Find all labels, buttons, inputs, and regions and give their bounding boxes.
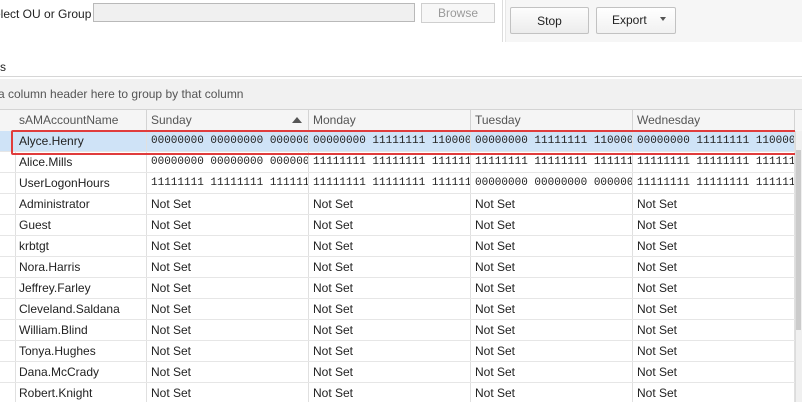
results-header (0, 42, 802, 79)
cell-tuesday[interactable]: Not Set (471, 383, 633, 402)
cell-monday[interactable]: 11111111 11111111 11111111 (309, 152, 471, 172)
cell-sunday[interactable]: Not Set (147, 194, 309, 214)
cell-tuesday[interactable]: Not Set (471, 341, 633, 361)
cell-samaccountname[interactable]: Tonya.Hughes (15, 341, 147, 361)
table-row[interactable]: Jeffrey.Farley Not Set Not Set Not Set Not S… (0, 278, 802, 299)
cell-samaccountname[interactable]: Guest (15, 215, 147, 235)
cell-monday[interactable]: Not Set (309, 194, 471, 214)
scrollbar-thumb[interactable] (796, 150, 801, 330)
column-header-tuesday[interactable]: Tuesday (471, 110, 633, 131)
cell-samaccountname[interactable]: Jeffrey.Farley (15, 278, 147, 298)
toolbar-divider (502, 0, 503, 42)
cell-sunday[interactable]: Not Set (147, 215, 309, 235)
cell-sunday[interactable]: Not Set (147, 236, 309, 256)
column-header-monday[interactable]: Monday (309, 110, 471, 131)
cell-monday[interactable]: Not Set (309, 215, 471, 235)
chevron-down-icon[interactable] (660, 17, 666, 21)
cell-sunday[interactable]: Not Set (147, 257, 309, 277)
ou-group-label: elect OU or Group (0, 7, 92, 21)
cell-tuesday[interactable]: Not Set (471, 299, 633, 319)
cell-samaccountname[interactable]: Administrator (15, 194, 147, 214)
cell-monday[interactable]: Not Set (309, 236, 471, 256)
table-row[interactable]: GuestNot SetNot SetNot SetNot SetN (0, 215, 802, 236)
cell-tuesday[interactable]: Not Set (471, 362, 633, 382)
cell-wednesday[interactable]: Not Set (633, 362, 795, 382)
selected-row-highlight (11, 130, 798, 155)
cell-sunday[interactable]: Not Set (147, 320, 309, 340)
cell-wednesday[interactable]: 11111111 11111111 11111111 (633, 173, 795, 193)
cell-tuesday[interactable]: 11111111 11111111 11111111 (471, 152, 633, 172)
table-row[interactable]: krbtgtNot SetNot SetNot SetNot SetN (0, 236, 802, 257)
cell-samaccountname[interactable]: Cleveland.Saldana (15, 299, 147, 319)
table-row[interactable]: William.Blind Not Set Not Set Not Set Not Se… (0, 320, 802, 341)
cell-sunday[interactable]: Not Set (147, 278, 309, 298)
cell-wednesday[interactable]: Not Set (633, 299, 795, 319)
cell-sunday[interactable]: Not Set (147, 341, 309, 361)
export-button-label: Export (612, 13, 647, 27)
cell-wednesday[interactable]: Not Set (633, 257, 795, 277)
column-header-samaccountname[interactable]: sAMAccountName (15, 110, 147, 131)
cell-tuesday[interactable]: Not Set (471, 320, 633, 340)
cell-wednesday[interactable]: Not Set (633, 194, 795, 214)
table-row[interactable]: Nora.HarrisNot SetNot SetNot SetNot SetN (0, 257, 802, 278)
cell-wednesday[interactable]: Not Set (633, 215, 795, 235)
cell-monday[interactable]: Not Set (309, 278, 471, 298)
table-row[interactable]: Alice.Mills 00000000 00000000 00000000 111… (0, 152, 802, 173)
cell-monday[interactable]: Not Set (309, 383, 471, 402)
cell-samaccountname[interactable]: William.Blind (15, 320, 147, 340)
table-row[interactable]: Administrator Not Set Not Set Not Set Not Se… (0, 194, 802, 215)
cell-wednesday[interactable]: Not Set (633, 383, 795, 402)
cell-tuesday[interactable]: Not Set (471, 278, 633, 298)
cell-sunday[interactable]: Not Set (147, 362, 309, 382)
cell-monday[interactable]: 11111111 11111111 11111111 (309, 173, 471, 193)
cell-samaccountname[interactable]: Alice.Mills (15, 152, 147, 172)
cell-tuesday[interactable]: Not Set (471, 194, 633, 214)
sort-ascending-icon[interactable] (292, 117, 302, 123)
stop-button[interactable]: Stop (510, 7, 589, 34)
column-header-wednesday[interactable]: Wednesday (633, 110, 795, 131)
group-by-hint: a column header here to group by that co… (0, 87, 244, 101)
cell-monday[interactable]: Not Set (309, 257, 471, 277)
cell-tuesday[interactable]: 00000000 00000000 00000000 (471, 173, 633, 193)
column-header-row: sAMAccountName Sunday Monday Tuesday Wed… (0, 110, 802, 132)
cell-samaccountname[interactable]: Robert.Knight (15, 383, 147, 402)
cell-samaccountname[interactable]: krbtgt (15, 236, 147, 256)
cell-sunday[interactable]: 11111111 11111111 11111111 (147, 173, 309, 193)
cell-sunday[interactable]: Not Set (147, 383, 309, 402)
cell-samaccountname[interactable]: UserLogonHours (15, 173, 147, 193)
table-row[interactable]: Robert.Knight Not Set Not Set Not Set Not Se… (0, 383, 802, 402)
cell-monday[interactable]: Not Set (309, 341, 471, 361)
cell-wednesday[interactable]: 11111111 11111111 11111111 (633, 152, 795, 172)
cell-monday[interactable]: Not Set (309, 362, 471, 382)
cell-wednesday[interactable]: Not Set (633, 236, 795, 256)
column-header-sunday[interactable]: Sunday (147, 110, 309, 131)
cell-monday[interactable]: Not Set (309, 299, 471, 319)
cell-tuesday[interactable]: Not Set (471, 257, 633, 277)
ou-group-input[interactable] (93, 3, 415, 22)
cell-sunday[interactable]: Not Set (147, 299, 309, 319)
cell-wednesday[interactable]: Not Set (633, 320, 795, 340)
table-row[interactable]: UserLogonHours 11111111 11111111 11111111… (0, 173, 802, 194)
cell-tuesday[interactable]: Not Set (471, 236, 633, 256)
cell-samaccountname[interactable]: Nora.Harris (15, 257, 147, 277)
cell-tuesday[interactable]: Not Set (471, 215, 633, 235)
scrollbar-corner (795, 110, 802, 131)
cell-wednesday[interactable]: Not Set (633, 278, 795, 298)
cell-monday[interactable]: Not Set (309, 320, 471, 340)
table-row[interactable]: Dana.McCrady Not Set Not Set Not Set Not Set… (0, 362, 802, 383)
results-label: lts (0, 60, 6, 74)
table-row[interactable]: Cleveland.Saldana Not Set Not Set Not Set No… (0, 299, 802, 320)
table-row[interactable]: Tonya.Hughes Not Set Not Set Not Set Not Set… (0, 341, 802, 362)
cell-sunday[interactable]: 00000000 00000000 00000000 (147, 152, 309, 172)
cell-wednesday[interactable]: Not Set (633, 341, 795, 361)
browse-button[interactable]: Browse (421, 3, 495, 23)
results-divider (0, 76, 802, 77)
cell-samaccountname[interactable]: Dana.McCrady (15, 362, 147, 382)
